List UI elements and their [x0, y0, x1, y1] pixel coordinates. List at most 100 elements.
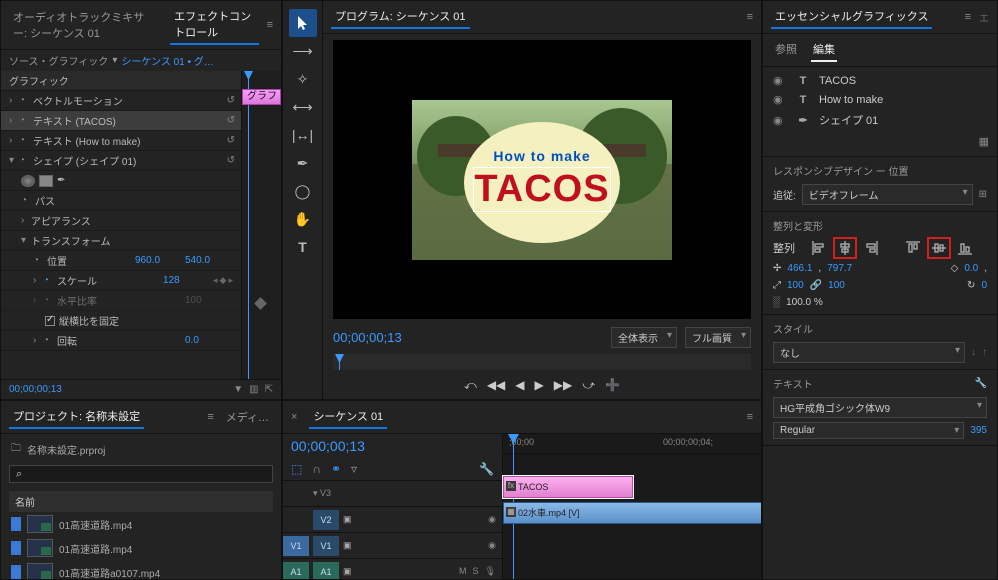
program-scrubber[interactable] [333, 354, 751, 370]
stopwatch-active-icon[interactable]: ◔ [43, 275, 57, 286]
time-ruler[interactable]: ;00;00 00;00;00;04; [503, 434, 761, 454]
align-left-icon[interactable] [809, 239, 829, 257]
keyframe-diamond-icon[interactable] [254, 297, 267, 310]
eg-scale-h[interactable]: 100 [828, 280, 845, 291]
project-item[interactable]: 01高速道路a0107.mp4 [9, 560, 273, 580]
pin-grid-icon[interactable]: ⊞ [979, 189, 987, 200]
font-dropdown[interactable]: HG平成角ゴシック体W9 [773, 397, 987, 418]
prop-appearance[interactable]: アピアランス [31, 213, 235, 228]
wrench-icon[interactable]: 🔧 [975, 378, 987, 389]
pos-y-value[interactable]: 540.0 [185, 255, 235, 266]
fx-badge-icon[interactable]: fx [506, 481, 516, 491]
prop-path[interactable]: パス [35, 193, 235, 208]
track-v1[interactable]: V1V1▣◉ [283, 532, 502, 558]
sequence-link[interactable]: シーケンス 01 • グ… [121, 53, 213, 68]
clip-icon[interactable]: ▥ [249, 384, 258, 395]
eg-rotation[interactable]: 0 [981, 280, 987, 291]
mute-button[interactable]: M [459, 566, 467, 577]
stopwatch-icon[interactable]: ◔ [19, 135, 33, 146]
twirl-icon[interactable]: › [33, 335, 43, 346]
link-icon[interactable]: ⚭ [331, 462, 341, 476]
align-right-icon[interactable] [861, 239, 881, 257]
prop-shape01[interactable]: シェイプ (シェイプ 01) [33, 153, 227, 168]
layer-tacos[interactable]: ◉TTACOS [769, 71, 991, 90]
stopwatch-icon[interactable]: ◔ [21, 195, 35, 206]
timeline-timecode[interactable]: 00;00;00;13 [291, 438, 365, 454]
link-icon[interactable]: 🔗 [810, 280, 822, 291]
prop-vector-motion[interactable]: ベクトルモーション [33, 93, 227, 108]
panel-menu-icon[interactable]: ≡ [747, 11, 753, 23]
twirl-icon[interactable]: › [9, 95, 19, 106]
close-tab-icon[interactable]: × [291, 411, 297, 423]
stopwatch-icon[interactable]: ◔ [19, 95, 33, 106]
media-tab[interactable]: メディ… [222, 406, 273, 428]
slip-tool[interactable]: |↔| [289, 121, 317, 149]
program-viewport[interactable]: How to make TACOS [333, 40, 751, 319]
follow-dropdown[interactable]: ビデオフレーム [802, 184, 973, 205]
record-icon[interactable]: ▣ [343, 566, 352, 577]
stopwatch-icon[interactable]: ◔ [43, 295, 57, 306]
clip-tacos[interactable]: fxTACOS [503, 476, 633, 498]
rotation-value[interactable]: 0.0 [185, 335, 235, 346]
clip-video[interactable]: ▦02水車.mp4 [V] [503, 502, 761, 524]
track-a1[interactable]: A1A1▣MS🎙 [283, 558, 502, 579]
snap-icon[interactable]: ∩ [312, 462, 321, 476]
project-tab[interactable]: プロジェクト: 名称未設定 [9, 405, 144, 429]
eg-edit-tab[interactable]: 編集 [811, 38, 837, 62]
layer-shape[interactable]: ◉✒シェイプ 01 [769, 109, 991, 131]
src-v1[interactable]: V1 [283, 536, 309, 556]
track-select-tool[interactable]: ⟶ [289, 37, 317, 65]
font-weight-dropdown[interactable]: Regular [773, 422, 964, 439]
twirl-icon[interactable]: › [21, 215, 31, 226]
panel-menu-icon[interactable]: ≡ [747, 411, 753, 423]
record-icon[interactable]: ▣ [343, 514, 352, 525]
stopwatch-icon[interactable]: ◔ [19, 155, 33, 166]
filter-icon[interactable]: ▼ [233, 384, 243, 395]
push-down-icon[interactable]: ↓ [971, 347, 976, 358]
stopwatch-icon[interactable]: ◔ [19, 115, 33, 126]
pos-x-value[interactable]: 960.0 [135, 255, 185, 266]
layer-how[interactable]: ◉THow to make [769, 90, 991, 109]
zoom-dropdown[interactable]: 全体表示 [611, 327, 677, 348]
font-size[interactable]: 395 [970, 425, 987, 436]
quality-dropdown[interactable]: フル画質 [685, 327, 751, 348]
eg-opacity[interactable]: 100.0 % [786, 297, 823, 308]
a1-target[interactable]: A1 [313, 562, 339, 580]
uniform-scale-checkbox[interactable] [45, 316, 55, 326]
tab-effect-controls[interactable]: エフェクトコントロール [170, 5, 259, 45]
record-icon[interactable]: ▣ [343, 540, 352, 551]
ellipse-swatch[interactable] [21, 175, 35, 187]
eye-icon[interactable]: ◉ [773, 74, 787, 87]
export-icon[interactable]: ⇱ [265, 384, 273, 395]
twirl-icon[interactable]: ▾ [9, 155, 19, 166]
src-a1[interactable]: A1 [283, 562, 309, 580]
mark-in-button[interactable]: ⤺ [464, 378, 477, 393]
frame-fwd-button[interactable]: ▶▶ [554, 378, 572, 393]
pen-tool[interactable]: ✒ [289, 149, 317, 177]
rect-swatch[interactable] [39, 175, 53, 187]
eg-title-tab[interactable]: エッセンシャルグラフィックス [771, 5, 932, 29]
eye-icon[interactable]: ◉ [773, 93, 787, 106]
text-tacos[interactable]: TACOS [412, 167, 672, 212]
prop-scale[interactable]: スケール [57, 273, 163, 288]
align-bottom-icon[interactable] [955, 239, 975, 257]
ellipse-tool[interactable]: ◯ [289, 177, 317, 205]
eg-pos-x[interactable]: 466.1 [787, 263, 812, 274]
eg-scale-w[interactable]: 100 [787, 280, 804, 291]
eye-icon[interactable]: ◉ [773, 114, 787, 127]
prop-position[interactable]: 位置 [47, 253, 135, 268]
project-item[interactable]: 01高速道路.mp4 [9, 536, 273, 560]
align-top-icon[interactable] [903, 239, 923, 257]
panel-menu-icon[interactable]: ≡ [267, 19, 273, 31]
twirl-icon[interactable]: › [33, 275, 43, 286]
selection-tool[interactable] [289, 9, 317, 37]
hand-tool[interactable]: ✋ [289, 205, 317, 233]
ripple-tool[interactable]: ✧ [289, 65, 317, 93]
prop-text-tacos[interactable]: テキスト (TACOS) [33, 113, 227, 128]
v1-target[interactable]: V1 [313, 536, 339, 556]
text-how-to-make[interactable]: How to make [412, 148, 672, 164]
panel-menu-icon[interactable]: ≡ [207, 411, 213, 423]
solo-button[interactable]: S [473, 566, 479, 577]
project-search-input[interactable] [9, 465, 273, 483]
track-v2[interactable]: V2▣◉ [283, 506, 502, 532]
